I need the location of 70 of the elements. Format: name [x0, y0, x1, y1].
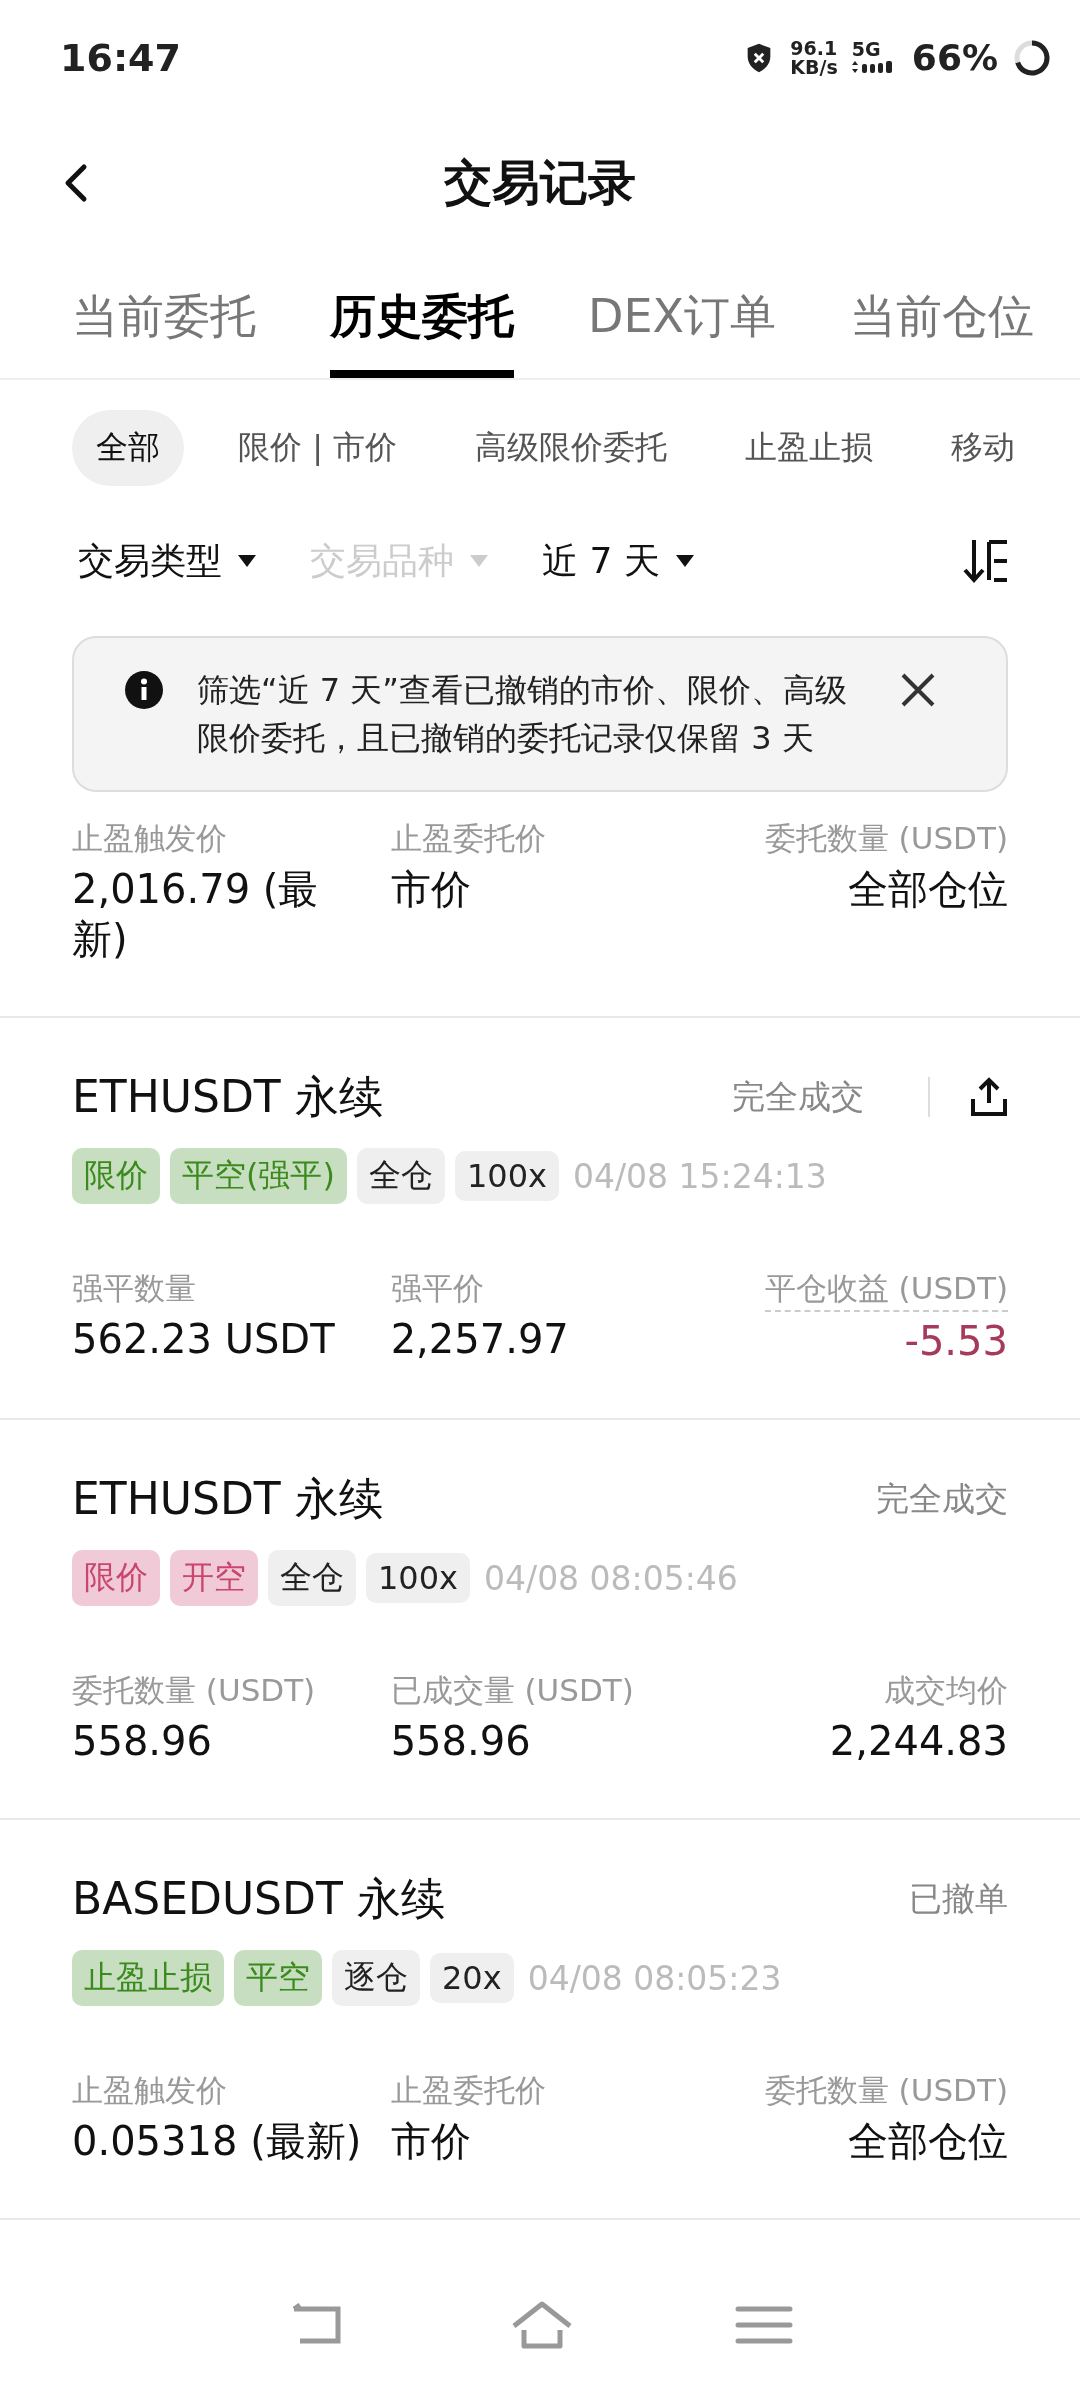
speed-unit: KB/s	[790, 57, 838, 77]
field-value: -5.53	[904, 1317, 1008, 1366]
order-time: 04/08 15:24:13	[573, 1156, 827, 1196]
filter-chip[interactable]: 限价 | 市价	[214, 410, 422, 486]
order-time: 04/08 08:05:46	[484, 1558, 738, 1598]
field-value: 2,244.83	[829, 1717, 1008, 1766]
share-icon[interactable]	[970, 1077, 1008, 1117]
network-type: 5G	[851, 40, 882, 59]
field-label: 平仓收益 (USDT)	[764, 1268, 1008, 1312]
field-label: 已成交量 (USDT)	[390, 1671, 635, 1710]
order-tag: 开空	[170, 1550, 258, 1606]
info-icon	[124, 670, 164, 710]
order-tag: 100x	[454, 1151, 559, 1201]
order-tag: 全仓	[356, 1148, 445, 1204]
filter-chip[interactable]: 全部	[72, 410, 184, 486]
tab[interactable]: 当前委托	[72, 286, 256, 378]
caret-icon	[470, 555, 488, 567]
field-value: 562.23 USDT	[72, 1315, 336, 1364]
close-icon[interactable]	[900, 672, 936, 708]
order-tag: 100x	[366, 1553, 470, 1603]
order-tag: 逐仓	[332, 1950, 420, 2006]
page-title: 交易记录	[444, 152, 636, 212]
order-tag: 平空(强平)	[170, 1148, 347, 1204]
order-status: 完全成交	[732, 1075, 864, 1118]
field-label: 强平数量	[72, 1269, 197, 1308]
network-speed: 96.1	[790, 38, 838, 58]
field-label: 强平价	[390, 1269, 485, 1308]
field-value: 0.05318 (最新)	[72, 2117, 363, 2166]
order-time: 04/08 08:05:23	[527, 1958, 782, 1998]
order-tag: 限价	[72, 1148, 160, 1204]
order-tag: 全仓	[268, 1550, 356, 1606]
order-tag: 20x	[430, 1953, 514, 2003]
tab[interactable]: 历史委托	[330, 286, 514, 378]
filter-dropdown[interactable]: 交易类型	[78, 536, 256, 586]
tab[interactable]: DEX订单	[588, 286, 776, 378]
order-tag: 平空	[234, 1950, 322, 2006]
field-label: 委托数量 (USDT)	[72, 1671, 317, 1710]
field-label: 止盈委托价	[390, 819, 547, 858]
field-label: 止盈委托价	[390, 2071, 547, 2110]
field-label: 委托数量 (USDT)	[764, 2071, 1008, 2110]
field-value: 全部仓位	[848, 2117, 1008, 2166]
tab[interactable]: 当前仓位	[850, 286, 1034, 378]
field-value: 558.96	[390, 1717, 532, 1766]
field-value: 2,016.79 (最新)	[72, 865, 320, 964]
field-label: 止盈触发价	[72, 819, 228, 858]
filter-chip[interactable]: 移动	[927, 410, 1040, 486]
home-icon[interactable]	[510, 2300, 574, 2350]
order-tag: 止盈止损	[72, 1950, 224, 2006]
notice-text: 筛选“近 7 天”查看已撤销的市价、限价、高级限价委托，且已撤销的委托记录仅保留 3 天	[197, 670, 848, 759]
order-tag: 限价	[72, 1550, 160, 1606]
field-label: 止盈触发价	[72, 2071, 228, 2110]
caret-icon	[675, 555, 694, 567]
battery-level: 66%	[911, 37, 998, 78]
field-value: 全部仓位	[848, 865, 1008, 914]
field-label: 委托数量 (USDT)	[764, 819, 1008, 858]
field-value: 市价	[390, 865, 472, 914]
filter-dropdown[interactable]: 近 7 天	[542, 536, 694, 586]
status-time: 16:47	[60, 35, 181, 80]
field-value: 558.96	[72, 1717, 213, 1766]
filter-chip[interactable]: 高级限价委托	[451, 410, 692, 486]
order-status: 已撤单	[909, 1877, 1008, 1920]
field-value: 市价	[390, 2117, 472, 2166]
field-value: 2,257.97	[390, 1315, 570, 1364]
filter-chip[interactable]: 止盈止损	[721, 410, 898, 486]
contract-name: ETHUSDT 永续	[72, 1471, 383, 1526]
field-label: 成交均价	[884, 1671, 1008, 1710]
contract-name: BASEDUSDT 永续	[72, 1871, 445, 1926]
order-status: 完全成交	[876, 1477, 1008, 1520]
caret-icon	[238, 555, 256, 567]
contract-name: ETHUSDT 永续	[72, 1069, 383, 1124]
